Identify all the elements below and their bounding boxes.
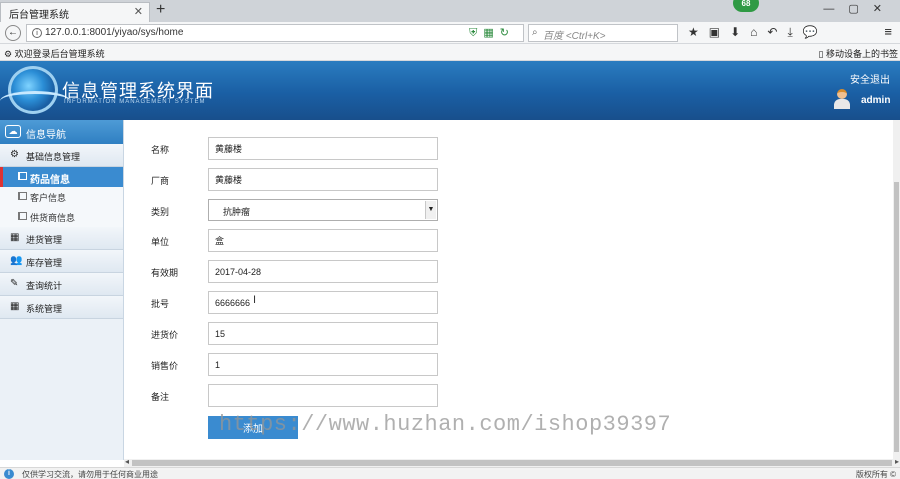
url-text: 127.0.0.1:8001/yiyao/sys/home (45, 27, 184, 38)
batch-input[interactable] (208, 291, 438, 314)
scroll-left-icon[interactable]: ◂ (125, 457, 129, 466)
sale-price-label: 销售价 (151, 361, 179, 371)
manufacturer-label: 厂商 (151, 176, 170, 186)
back-icon[interactable]: ← (5, 25, 21, 41)
watermark: https://www.huzhan.com/ishop39397 (219, 412, 672, 437)
sidebar-group-query[interactable]: ✎ 查询统计 (0, 273, 123, 296)
batch-label: 批号 (151, 299, 170, 309)
window-controls[interactable]: —▢✕ (823, 2, 896, 15)
browser-nav-bar: ← i 127.0.0.1:8001/yiyao/sys/home ⛨▦↻ ⌕ … (0, 22, 900, 44)
name-input[interactable] (208, 137, 438, 160)
list-icon (18, 212, 27, 220)
category-select[interactable]: 抗肿瘤 ▼ (208, 199, 438, 221)
search-input[interactable]: ⌕ 百度 <Ctrl+K> (528, 24, 678, 42)
chevron-down-icon[interactable]: ▼ (425, 201, 436, 219)
logout-link[interactable]: 安全退出 (850, 71, 890, 86)
text-cursor-icon: I (253, 294, 257, 306)
search-placeholder: 百度 <Ctrl+K> (543, 31, 606, 42)
purchase-price-input[interactable] (208, 322, 438, 345)
browser-tab-bar: 后台管理系统 ✕ + 68 —▢✕ (0, 0, 900, 22)
category-selected: 抗肿瘤 (223, 207, 251, 217)
sidebar-heading[interactable]: ☁ 信息导航 (0, 120, 123, 144)
vertical-scrollbar[interactable] (893, 120, 900, 460)
users-icon: 👥 (10, 255, 23, 266)
manufacturer-input[interactable] (208, 168, 438, 191)
notification-badge[interactable]: 68 (733, 0, 759, 12)
sidebar: ☁ 信息导航 ⚙ 基础信息管理 药品信息 客户信息 供货商信息 ▦ 进货管理 👥… (0, 120, 124, 460)
status-bar: i 仅供学习交流，请勿用于任何商业用途 版权所有 © (0, 467, 900, 479)
main-content: 名称 厂商 类别 抗肿瘤 ▼ 单位 有效期 批号 I 进货价 销售价 备注 添加… (125, 120, 893, 460)
logo-swoosh (0, 91, 70, 111)
avatar-body (834, 99, 850, 109)
bookmark-mobile[interactable]: ▯ 移动设备上的书签 (819, 47, 898, 60)
shield-icon[interactable]: ⛨▦↻ (469, 26, 515, 40)
info-icon[interactable]: i (32, 28, 42, 38)
toolbar-icons[interactable]: ★▣⬇⌂↶⤓💬 (688, 25, 828, 40)
sidebar-group-inventory[interactable]: 👥 库存管理 (0, 250, 123, 273)
unit-label: 单位 (151, 237, 170, 247)
sidebar-item-drug-info[interactable]: 药品信息 (0, 167, 123, 187)
name-label: 名称 (151, 145, 170, 155)
bookmark-welcome[interactable]: ⚙ 欢迎登录后台管理系统 (4, 47, 105, 60)
sidebar-group-purchase[interactable]: ▦ 进货管理 (0, 227, 123, 250)
copyright-text: 版权所有 © (855, 470, 896, 479)
scroll-right-icon[interactable]: ▸ (895, 457, 899, 466)
page-subtitle: INFORMATION MANAGEMENT SYSTEM (64, 99, 206, 105)
tab-close-icon[interactable]: ✕ (134, 5, 143, 18)
avatar (833, 89, 851, 109)
vertical-scroll-thumb[interactable] (894, 182, 899, 452)
tab-title: 后台管理系统 (9, 10, 69, 21)
unit-input[interactable] (208, 229, 438, 252)
sidebar-item-customer-info[interactable]: 客户信息 (0, 187, 123, 207)
bookmarks-bar: ⚙ 欢迎登录后台管理系统 ▯ 移动设备上的书签 (0, 44, 900, 61)
app-header: 信息管理系统界面 INFORMATION MANAGEMENT SYSTEM 安… (0, 61, 900, 120)
username: admin (861, 95, 891, 106)
list-icon (18, 192, 27, 200)
horizontal-scrollbar[interactable]: ◂ ▸ (124, 457, 900, 467)
new-tab-button[interactable]: + (156, 1, 165, 19)
sidebar-group-basic-info[interactable]: ⚙ 基础信息管理 (0, 144, 123, 167)
sidebar-item-supplier-info[interactable]: 供货商信息 (0, 207, 123, 227)
sale-price-input[interactable] (208, 353, 438, 376)
remark-label: 备注 (151, 392, 170, 402)
browser-tab[interactable]: 后台管理系统 ✕ (0, 2, 150, 22)
search-icon: ⌕ (532, 27, 538, 38)
sidebar-group-system[interactable]: ▦ 系统管理 (0, 296, 123, 319)
info-icon: i (4, 469, 14, 479)
category-label: 类别 (151, 207, 170, 217)
purchase-price-label: 进货价 (151, 330, 179, 340)
calendar-icon: ▦ (10, 301, 20, 312)
edit-icon: ✎ (10, 278, 19, 289)
expiry-input[interactable] (208, 260, 438, 283)
calendar-icon: ▦ (10, 232, 20, 243)
menu-icon[interactable]: ≡ (884, 24, 892, 39)
remark-input[interactable] (208, 384, 438, 407)
gears-icon: ⚙ (10, 149, 19, 160)
url-bar[interactable]: i 127.0.0.1:8001/yiyao/sys/home ⛨▦↻ (26, 24, 524, 42)
cloud-icon: ☁ (5, 125, 21, 138)
status-text: 仅供学习交流，请勿用于任何商业用途 (22, 470, 158, 479)
horizontal-scroll-thumb[interactable] (132, 460, 892, 466)
avatar-head (837, 89, 847, 99)
expiry-label: 有效期 (151, 268, 179, 278)
list-icon (18, 172, 27, 180)
